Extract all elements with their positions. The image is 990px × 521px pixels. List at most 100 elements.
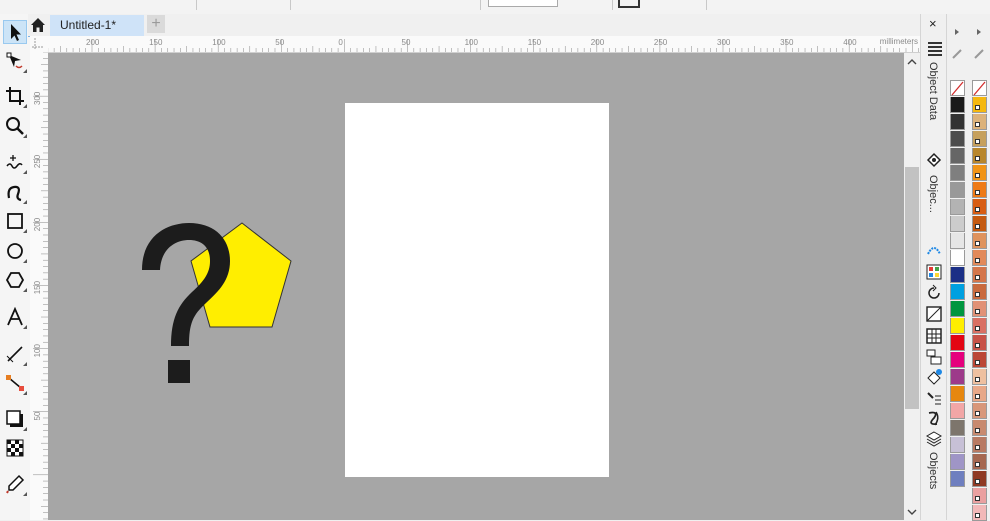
- swatch-marker: [975, 258, 980, 263]
- color-swatch[interactable]: [972, 97, 987, 113]
- color-swatch[interactable]: [972, 488, 987, 504]
- color-swatch[interactable]: [950, 97, 965, 113]
- color-swatch[interactable]: [950, 471, 965, 487]
- color-swatch[interactable]: [972, 471, 987, 487]
- color-swatch[interactable]: [972, 284, 987, 300]
- no-color-swatch[interactable]: [972, 80, 987, 96]
- horizontal-ruler[interactable]: 200 150 100 50 0 50 100 150 200 250 300 350 400 mill…: [48, 36, 920, 53]
- vertical-scrollbar-thumb[interactable]: [905, 167, 919, 409]
- color-palette-area: [946, 14, 990, 521]
- color-swatch[interactable]: [950, 216, 965, 232]
- align-distribute-icon[interactable]: [925, 348, 943, 366]
- color-swatch[interactable]: [972, 505, 987, 521]
- color-swatch[interactable]: [972, 148, 987, 164]
- shaping-icon[interactable]: [925, 305, 943, 323]
- color-swatch[interactable]: [950, 420, 965, 436]
- color-swatch[interactable]: [950, 250, 965, 266]
- scroll-up-arrow-icon[interactable]: [907, 58, 917, 66]
- rotate-transform-icon[interactable]: [925, 284, 943, 302]
- grid-table-icon[interactable]: [925, 327, 943, 345]
- drawing-canvas[interactable]: [48, 53, 904, 520]
- color-swatch[interactable]: [950, 131, 965, 147]
- color-swatch[interactable]: [950, 386, 965, 402]
- color-swatch[interactable]: [972, 165, 987, 181]
- ellipse-tool[interactable]: [3, 239, 27, 263]
- palette-scroll-up-icon[interactable]: [975, 28, 983, 36]
- swatch-marker: [975, 428, 980, 433]
- color-swatch[interactable]: [950, 335, 965, 351]
- outline-pen-icon[interactable]: [925, 389, 943, 407]
- color-swatch[interactable]: [972, 182, 987, 198]
- palette-options-icon[interactable]: [973, 48, 985, 60]
- drop-shadow-tool[interactable]: [3, 407, 27, 431]
- vertical-ruler[interactable]: 300 250 200 150 100 50: [30, 52, 49, 520]
- layers-icon[interactable]: [925, 430, 943, 448]
- color-swatch[interactable]: [972, 301, 987, 317]
- artistic-media-tool[interactable]: [3, 180, 27, 204]
- color-swatch[interactable]: [972, 233, 987, 249]
- parallel-dimension-tool[interactable]: [3, 342, 27, 366]
- color-swatch[interactable]: [950, 301, 965, 317]
- color-swatch[interactable]: [972, 335, 987, 351]
- color-swatch[interactable]: [972, 250, 987, 266]
- palette-options-icon[interactable]: [951, 48, 963, 60]
- rectangle-tool[interactable]: [3, 209, 27, 233]
- color-swatch[interactable]: [950, 165, 965, 181]
- color-swatch[interactable]: [972, 454, 987, 470]
- tab-untitled-1[interactable]: Untitled-1*: [50, 15, 144, 36]
- color-swatch[interactable]: [972, 369, 987, 385]
- ruler-tick-label: 0: [338, 38, 343, 47]
- color-swatch[interactable]: [950, 369, 965, 385]
- color-swatch[interactable]: [950, 284, 965, 300]
- polygon-tool[interactable]: [3, 268, 27, 292]
- tab-object-properties[interactable]: Objec...: [927, 175, 939, 213]
- color-swatch[interactable]: [950, 199, 965, 215]
- no-color-swatch[interactable]: [950, 80, 965, 96]
- zoom-level-field[interactable]: [488, 0, 558, 7]
- zoom-tool[interactable]: [3, 114, 27, 138]
- color-swatch[interactable]: [950, 114, 965, 130]
- color-swatch[interactable]: [950, 318, 965, 334]
- freehand-tool[interactable]: [3, 150, 27, 174]
- crop-tool[interactable]: [3, 84, 27, 108]
- color-styles-icon[interactable]: [925, 263, 943, 281]
- fill-bucket-icon[interactable]: [925, 368, 943, 386]
- shape-tool[interactable]: [3, 49, 27, 73]
- color-swatch[interactable]: [972, 420, 987, 436]
- tab-objects[interactable]: Objects: [927, 452, 939, 489]
- color-swatch[interactable]: [972, 403, 987, 419]
- color-swatch[interactable]: [950, 233, 965, 249]
- page-icon[interactable]: [618, 0, 640, 8]
- welcome-screen-tab[interactable]: [28, 15, 48, 35]
- glyphs-icon[interactable]: [925, 409, 943, 427]
- color-swatch[interactable]: [950, 148, 965, 164]
- connector-tool[interactable]: [3, 371, 27, 395]
- color-swatch[interactable]: [950, 437, 965, 453]
- color-swatch[interactable]: [972, 131, 987, 147]
- transparency-tool[interactable]: [3, 436, 27, 460]
- docker-close-button[interactable]: ×: [929, 16, 937, 31]
- color-swatch[interactable]: [972, 352, 987, 368]
- scroll-down-arrow-icon[interactable]: [907, 508, 917, 516]
- text-tool[interactable]: [3, 305, 27, 329]
- color-swatch[interactable]: [950, 403, 965, 419]
- color-swatch[interactable]: [950, 182, 965, 198]
- new-document-tab-button[interactable]: +: [147, 15, 165, 33]
- tab-object-data[interactable]: Object Data: [927, 62, 939, 120]
- pick-tool[interactable]: [3, 20, 27, 44]
- color-swatch[interactable]: [950, 267, 965, 283]
- lens-icon[interactable]: [925, 240, 943, 258]
- color-eyedropper-tool[interactable]: [3, 472, 27, 496]
- color-swatch[interactable]: [972, 386, 987, 402]
- color-swatch[interactable]: [972, 114, 987, 130]
- color-swatch[interactable]: [972, 267, 987, 283]
- color-swatch[interactable]: [972, 216, 987, 232]
- ruler-tick-label: 100: [212, 38, 226, 47]
- color-swatch[interactable]: [972, 318, 987, 334]
- color-swatch[interactable]: [950, 454, 965, 470]
- color-swatch[interactable]: [972, 437, 987, 453]
- palette-scroll-up-icon[interactable]: [953, 28, 961, 36]
- color-swatch[interactable]: [950, 352, 965, 368]
- ruler-origin-corner[interactable]: [30, 36, 49, 53]
- color-swatch[interactable]: [972, 199, 987, 215]
